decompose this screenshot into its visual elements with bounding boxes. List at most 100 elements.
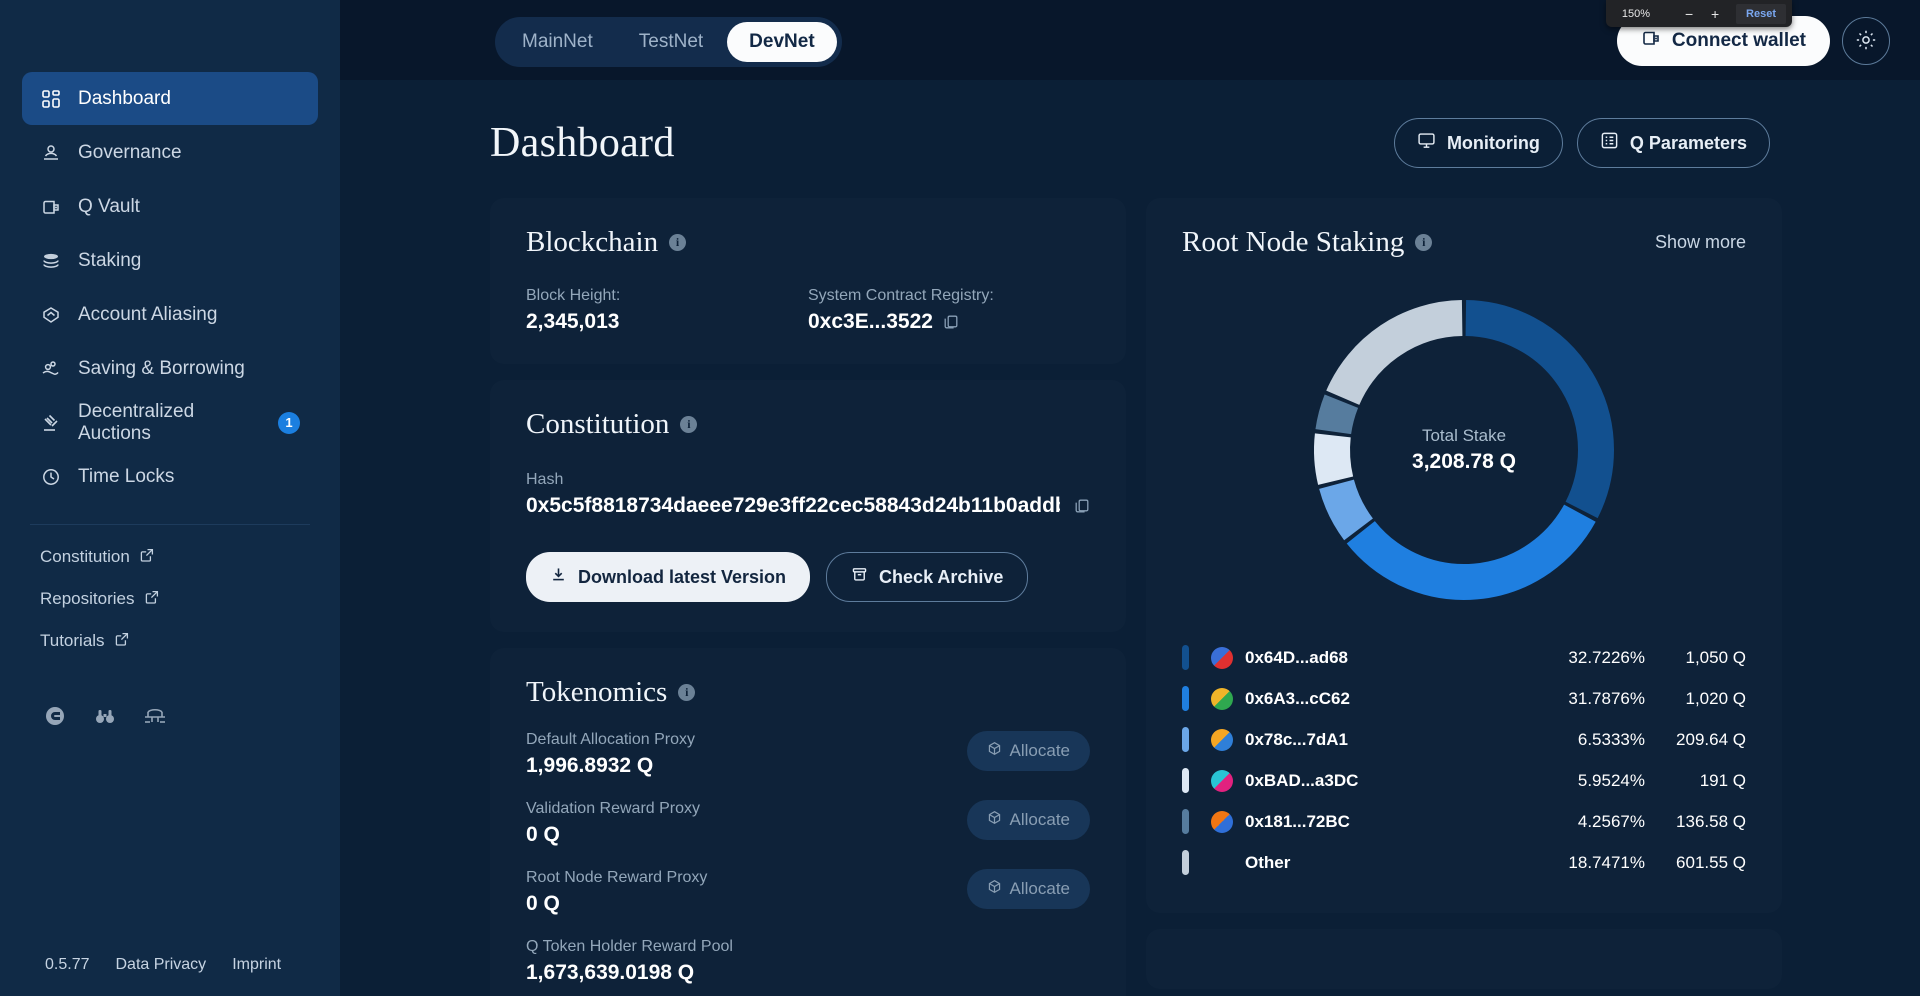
- auction-icon: [40, 412, 62, 434]
- page-content: Dashboard Monitoring Q Parameters Blockc…: [340, 80, 1920, 996]
- network-tab-mainnet[interactable]: MainNet: [500, 22, 615, 62]
- legend-percentage: 6.5333%: [1577, 729, 1645, 749]
- sidebar-link-repositories[interactable]: Repositories: [40, 589, 300, 609]
- sidebar-footer: 0.5.77 Data Privacy Imprint: [0, 956, 340, 996]
- sidebar-links: Constitution Repositories Tutorials: [0, 525, 340, 673]
- tokenomics-row: Default Allocation Proxy 1,996.8932 Q Al…: [526, 731, 1090, 778]
- q-parameters-label: Q Parameters: [1629, 132, 1747, 153]
- legend-row[interactable]: Other 18.7471% 601.55 Q: [1182, 842, 1746, 883]
- legend-amount: 1,020 Q: [1685, 688, 1747, 708]
- zoom-in-button[interactable]: +: [1702, 6, 1728, 22]
- tokenomics-row: Q Token Holder Reward Pool 1,673,639.019…: [526, 938, 1090, 985]
- sidebar-item-q-vault[interactable]: Q Vault: [22, 180, 318, 233]
- data-privacy-link[interactable]: Data Privacy: [115, 956, 206, 974]
- legend-row[interactable]: 0x6A3...cC62 31.7876% 1,020 Q: [1182, 678, 1746, 719]
- legend-row[interactable]: 0x181...72BC 4.2567% 136.58 Q: [1182, 801, 1746, 842]
- allocate-button[interactable]: Allocate: [966, 800, 1090, 840]
- page-header-actions: Monitoring Q Parameters: [1393, 118, 1770, 168]
- address-blockie-avatar: [1211, 687, 1233, 710]
- sidebar-nav: Dashboard Governance Q Vault Staking Acc…: [0, 0, 340, 504]
- root-node-staking-card: Root Node Staking i Show more Total Stak…: [1146, 198, 1782, 913]
- sidebar-item-label: Time Locks: [78, 465, 175, 487]
- sidebar-item-dashboard[interactable]: Dashboard: [22, 72, 318, 125]
- saving-icon: [40, 358, 62, 380]
- tokenomics-row-value: 1,673,639.0198 Q: [526, 961, 695, 984]
- network-tab-testnet[interactable]: TestNet: [617, 22, 725, 62]
- zoom-level-label: 150%: [1621, 7, 1651, 20]
- donut-segment[interactable]: [1319, 479, 1374, 541]
- legend-address: 0x181...72BC: [1245, 811, 1350, 831]
- q-logo-icon[interactable]: [42, 703, 68, 729]
- check-archive-button[interactable]: Check Archive: [826, 552, 1029, 602]
- tokenomics-row-text: Q Token Holder Reward Pool 1,673,639.019…: [526, 938, 733, 985]
- donut-segment[interactable]: [1326, 300, 1463, 406]
- constitution-card-title: Constitution i: [526, 408, 1090, 441]
- imprint-link[interactable]: Imprint: [232, 956, 281, 974]
- sidebar-item-decentralized-auctions[interactable]: Decentralized Auctions 1: [22, 396, 318, 449]
- sidebar-item-saving-borrowing[interactable]: Saving & Borrowing: [22, 342, 318, 395]
- legend-row[interactable]: 0x64D...ad68 32.7226% 1,050 Q: [1182, 637, 1746, 678]
- allocate-button[interactable]: Allocate: [966, 731, 1090, 771]
- tokenomics-row-text: Root Node Reward Proxy 0 Q: [526, 869, 707, 916]
- handshake-icon: [40, 304, 62, 326]
- check-archive-label: Check Archive: [879, 566, 1004, 587]
- donut-segment[interactable]: [1465, 300, 1614, 519]
- bridge-icon[interactable]: [142, 703, 168, 729]
- sidebar-item-governance[interactable]: Governance: [22, 126, 318, 179]
- tokenomics-row-text: Default Allocation Proxy 1,996.8932 Q: [526, 731, 695, 778]
- sidebar: Dashboard Governance Q Vault Staking Acc…: [0, 0, 340, 996]
- tokenomics-card: Tokenomics i Default Allocation Proxy 1,…: [490, 648, 1126, 996]
- donut-segment[interactable]: [1314, 433, 1354, 485]
- sidebar-item-label: Staking: [78, 249, 142, 271]
- sidebar-item-staking[interactable]: Staking: [22, 234, 318, 287]
- info-icon[interactable]: i: [669, 234, 687, 251]
- sidebar-link-tutorials[interactable]: Tutorials: [40, 631, 300, 651]
- zoom-reset-button[interactable]: Reset: [1736, 3, 1786, 24]
- staking-card-header: Root Node Staking i Show more: [1182, 226, 1746, 259]
- browser-zoom-popup: 150% − + Reset: [1605, 0, 1792, 27]
- legend-row[interactable]: 0xBAD...a3DC 5.9524% 191 Q: [1182, 760, 1746, 801]
- legend-avatar-placeholder: [1211, 852, 1233, 874]
- copy-icon[interactable]: [943, 314, 959, 330]
- download-label: Download latest Version: [578, 566, 787, 587]
- donut-segment[interactable]: [1315, 394, 1359, 435]
- copy-icon[interactable]: [1074, 498, 1090, 514]
- zoom-out-button[interactable]: −: [1676, 6, 1702, 22]
- monitoring-button[interactable]: Monitoring: [1393, 118, 1563, 168]
- download-latest-version-button[interactable]: Download latest Version: [526, 552, 811, 602]
- show-more-link[interactable]: Show more: [1655, 232, 1746, 253]
- app-version: 0.5.77: [45, 956, 90, 973]
- q-parameters-button[interactable]: Q Parameters: [1576, 118, 1770, 168]
- donut-segment[interactable]: [1346, 504, 1596, 600]
- address-blockie-avatar: [1211, 646, 1233, 669]
- connect-wallet-label: Connect wallet: [1671, 30, 1806, 51]
- legend-address: 0xBAD...a3DC: [1245, 770, 1359, 790]
- legend-row[interactable]: 0x78c...7dA1 6.5333% 209.64 Q: [1182, 719, 1746, 760]
- tokenomics-row-label: Default Allocation Proxy: [526, 731, 695, 748]
- block-height-label: Block Height:: [526, 287, 621, 304]
- allocate-button[interactable]: Allocate: [966, 869, 1090, 909]
- allocate-icon: [987, 879, 1002, 899]
- sidebar-item-time-locks[interactable]: Time Locks: [22, 450, 318, 503]
- sidebar-item-label: Decentralized Auctions: [78, 400, 195, 444]
- gear-icon: [1855, 29, 1877, 54]
- binoculars-icon[interactable]: [92, 703, 118, 729]
- info-icon[interactable]: i: [678, 684, 696, 701]
- settings-button[interactable]: [1842, 17, 1890, 65]
- sidebar-link-constitution[interactable]: Constitution: [40, 547, 300, 567]
- legend-color-pill: [1182, 645, 1189, 670]
- sidebar-item-account-aliasing[interactable]: Account Aliasing: [22, 288, 318, 341]
- network-tab-devnet[interactable]: DevNet: [727, 22, 837, 62]
- sidebar-link-label: Repositories: [40, 589, 135, 608]
- staking-card-title: Root Node Staking i: [1182, 226, 1433, 259]
- tokenomics-row-value: 0 Q: [526, 823, 560, 846]
- constitution-card: Constitution i Hash 0x5c5f8818734daeee72…: [490, 380, 1126, 632]
- legend-address: 0x78c...7dA1: [1245, 729, 1349, 749]
- info-icon[interactable]: i: [1415, 234, 1433, 251]
- info-icon[interactable]: i: [680, 416, 698, 433]
- grid-icon: [40, 88, 62, 110]
- network-switcher: MainNet TestNet DevNet: [495, 17, 842, 67]
- right-column: Root Node Staking i Show more Total Stak…: [1146, 198, 1782, 989]
- external-link-icon: [140, 547, 154, 567]
- app-root: Dashboard Governance Q Vault Staking Acc…: [0, 0, 1920, 996]
